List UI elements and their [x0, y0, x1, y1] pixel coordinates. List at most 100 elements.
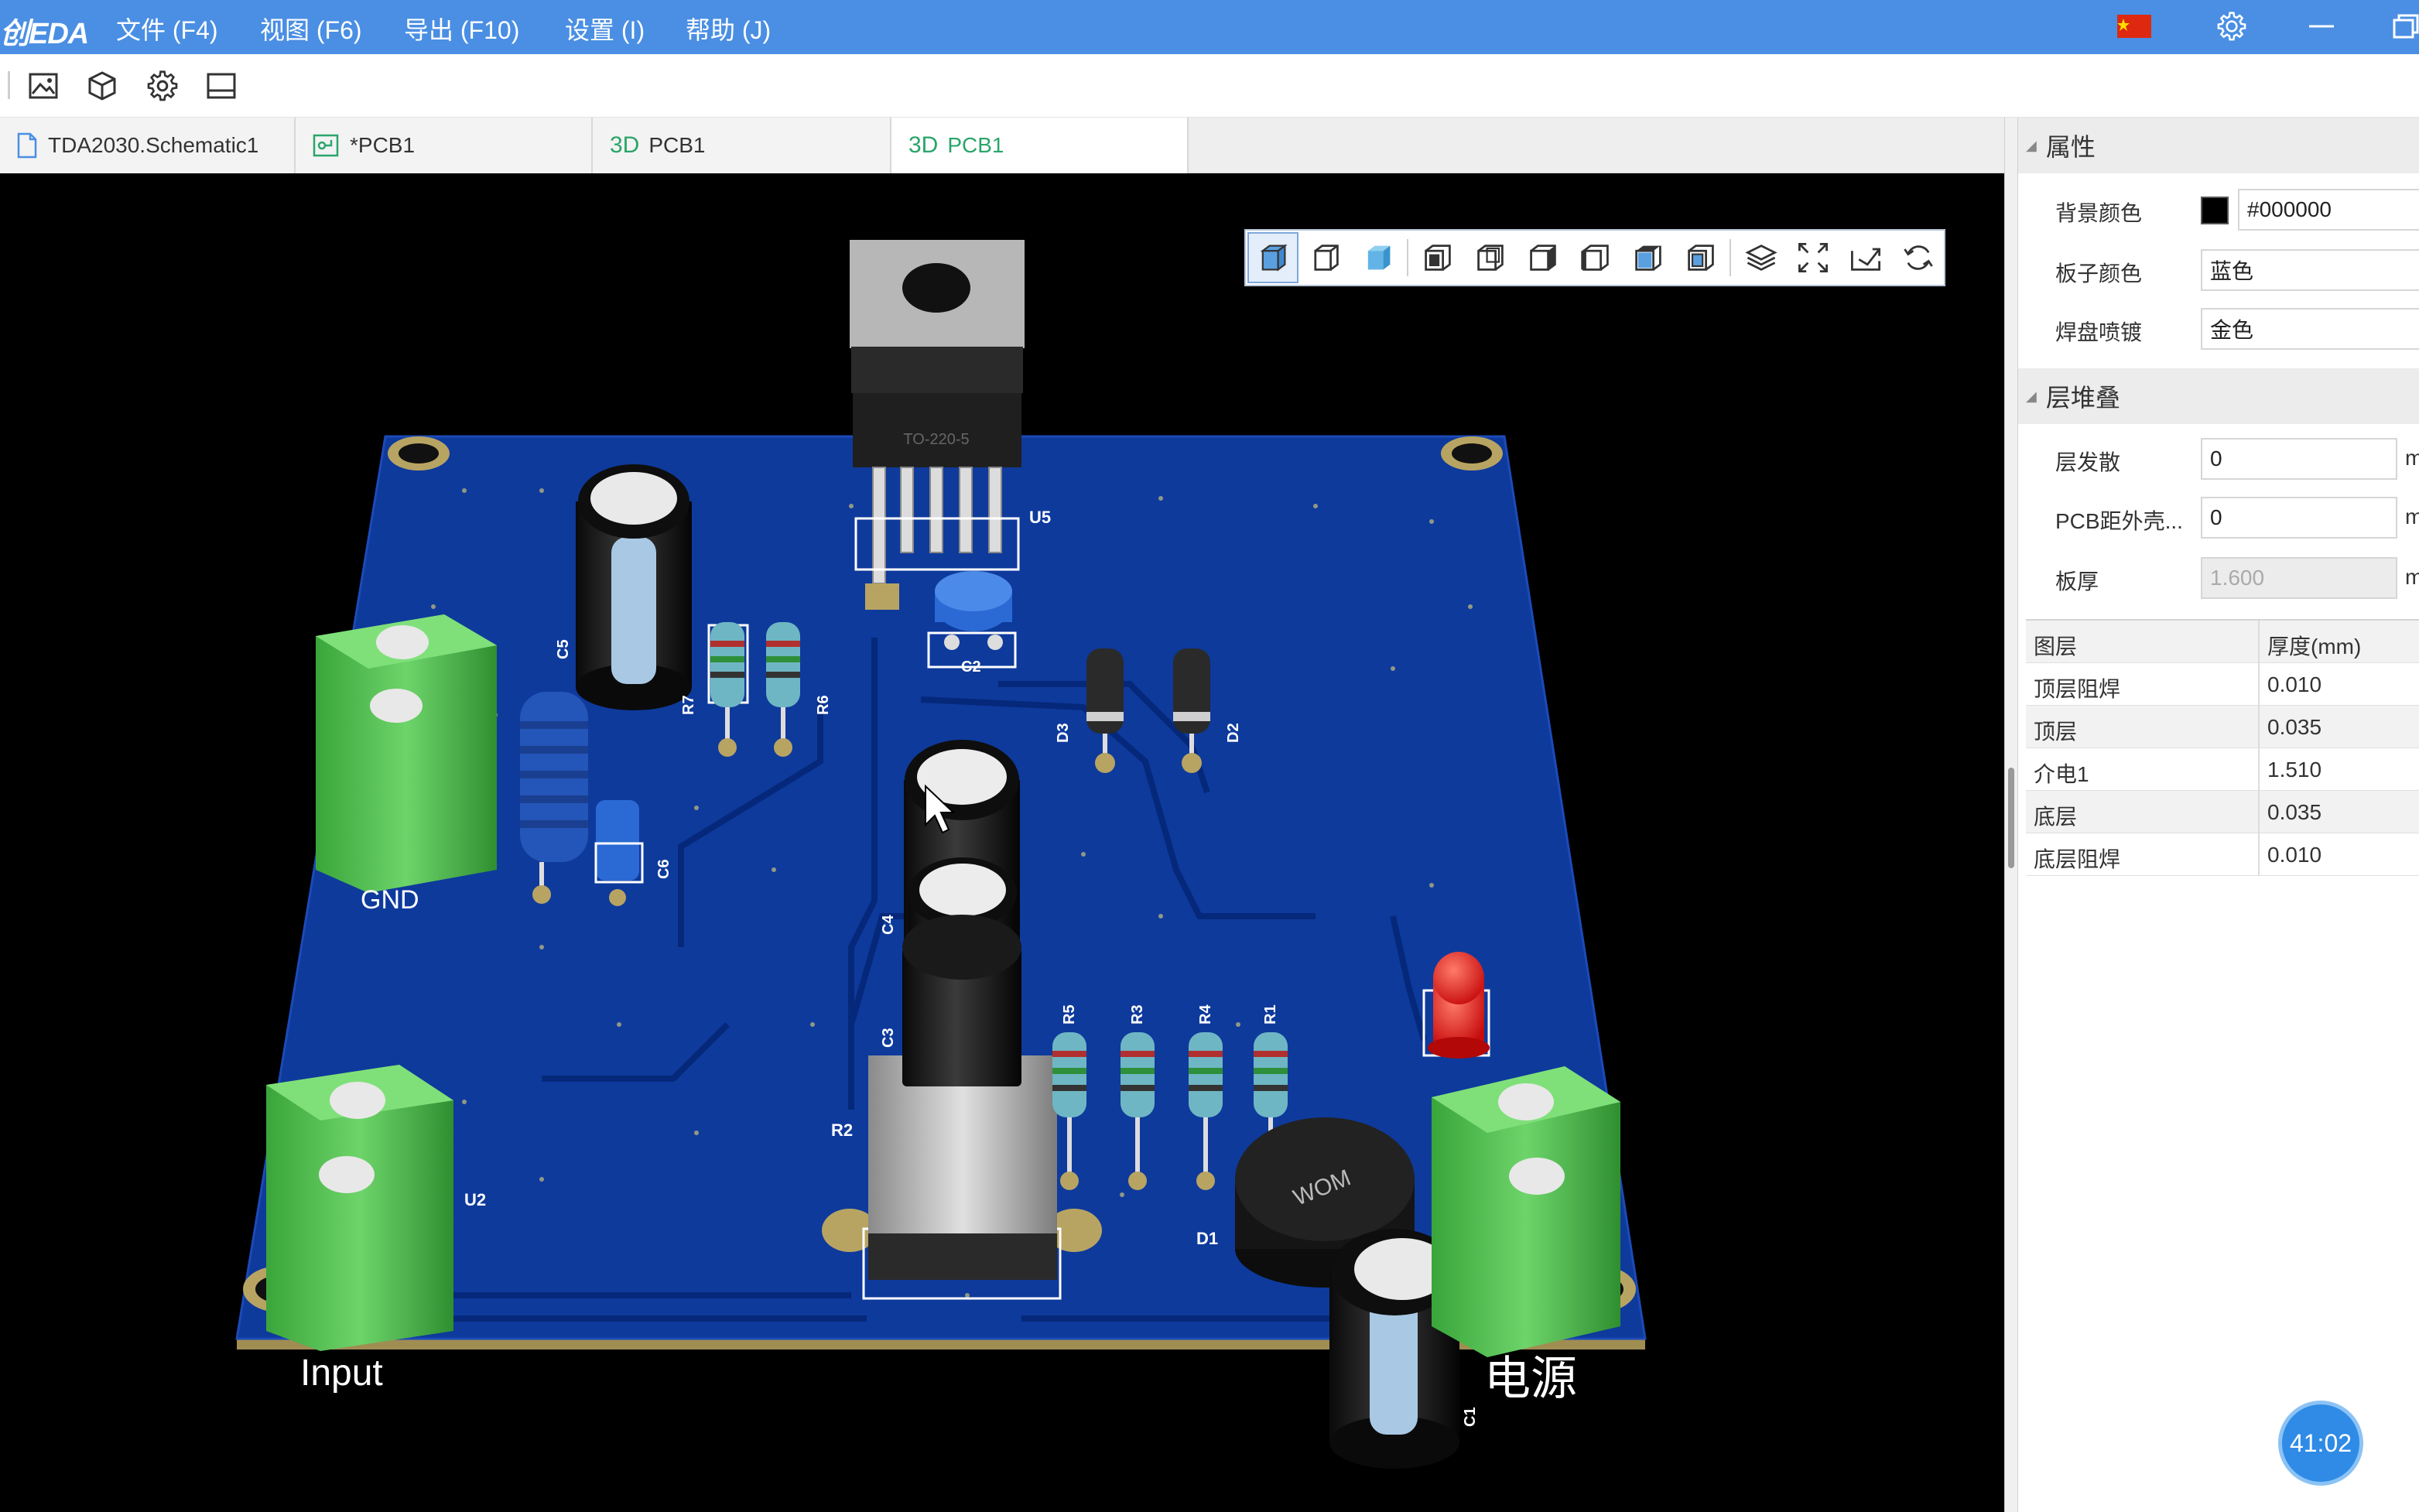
fit-view-icon[interactable]	[1788, 232, 1839, 283]
language-flag-icon[interactable]	[2116, 9, 2153, 43]
pcb-file-icon	[313, 134, 339, 157]
column-header-layer: 图层	[2034, 635, 2078, 659]
collapse-triangle-icon[interactable]: ◢	[2026, 388, 2037, 405]
stackup-section-header[interactable]: ◢ 层堆叠	[2018, 368, 2419, 424]
c1-label: C1	[1462, 1407, 1479, 1427]
bottom-panel-icon[interactable]	[203, 68, 240, 104]
tab-3d-pcb-1[interactable]: 3D PCB1	[593, 118, 891, 173]
layer-spread-input[interactable]: 0	[2201, 438, 2397, 480]
pcb-shell-label: PCB距外壳...	[2055, 509, 2183, 533]
table-row[interactable]: 介电1 1.510	[2026, 748, 2419, 791]
menu-view[interactable]: 视图 (F6)	[260, 11, 362, 46]
layer-name: 介电1	[2034, 762, 2089, 786]
view-toolbar-separator	[1729, 239, 1731, 276]
gnd-terminal-block: GND	[316, 614, 497, 915]
menu-bar: 创EDA 文件 (F4) 视图 (F6) 导出 (F10) 设置 (I) 帮助 …	[0, 0, 2419, 54]
pad-plating-label: 焊盘喷镀	[2055, 320, 2143, 344]
menu-help[interactable]: 帮助 (J)	[686, 11, 771, 46]
table-row[interactable]: 顶层阻焊 0.010	[2026, 663, 2419, 706]
c6-label: C6	[655, 859, 672, 879]
tab-label: PCB1	[648, 133, 706, 157]
restore-icon[interactable]	[2386, 9, 2419, 43]
layers-icon[interactable]	[1736, 232, 1787, 283]
tab-3d-prefix: 3D	[908, 132, 939, 158]
view-right-icon[interactable]	[1570, 232, 1621, 283]
tab-label: TDA2030.Schematic1	[48, 133, 259, 157]
tab-pcb[interactable]: *PCB1	[296, 118, 593, 173]
pcb-shell-unit: m	[2405, 505, 2419, 529]
pad-plating-select[interactable]: 金色	[2201, 308, 2419, 350]
stackup-title: 层堆叠	[2045, 384, 2120, 412]
layer-thickness[interactable]: 0.010	[2267, 672, 2321, 697]
menu-export[interactable]: 导出 (F10)	[404, 11, 519, 46]
view-wireframe-cube-icon[interactable]	[1300, 232, 1351, 283]
view-back-icon[interactable]	[1465, 232, 1516, 283]
table-row[interactable]: 底层阻焊 0.010	[2026, 833, 2419, 876]
timer-badge[interactable]: 41:02	[2278, 1401, 2363, 1486]
view-bottom-icon[interactable]	[1675, 232, 1726, 283]
column-header-thickness: 厚度(mm)	[2267, 635, 2362, 659]
d2-label: D2	[1225, 723, 1242, 743]
board-color-select[interactable]: 蓝色	[2201, 249, 2419, 291]
view-solid-cube-icon[interactable]	[1353, 232, 1404, 283]
collapse-triangle-icon[interactable]: ◢	[2026, 138, 2037, 154]
3d-viewport[interactable]: TO-220-5 U5 C2 C5 R7 R6 D3 D2 GND C6 C4 …	[0, 173, 2004, 1512]
3d-view-toolbar	[1244, 229, 1945, 286]
c4-label: C4	[880, 915, 897, 935]
layer-thickness[interactable]: 0.035	[2267, 800, 2321, 825]
view-toolbar-separator	[1406, 239, 1408, 276]
tab-schematic[interactable]: TDA2030.Schematic1	[0, 118, 296, 173]
power-terminal-block: 电源	[1432, 1066, 1620, 1404]
menu-file[interactable]: 文件 (F4)	[116, 11, 218, 46]
input-label: Input	[300, 1353, 383, 1394]
export-image-icon[interactable]	[25, 68, 62, 104]
r3-label: R3	[1129, 1004, 1146, 1025]
thickness-input: 1.600	[2201, 557, 2397, 599]
view-front-icon[interactable]	[1413, 232, 1464, 283]
properties-panel: ◢ 属性 背景颜色 #000000 板子颜色 蓝色 焊盘喷镀 金色 ◢ 层堆叠 …	[2018, 118, 2419, 1512]
view-left-icon[interactable]	[1517, 232, 1569, 283]
view-settings-gear-icon[interactable]	[144, 68, 181, 104]
properties-section-header[interactable]: ◢ 属性	[2018, 118, 2419, 173]
bg-color-label: 背景颜色	[2055, 201, 2143, 225]
layer-thickness[interactable]: 0.035	[2267, 715, 2321, 740]
layer-stack-table: 图层 厚度(mm) 顶层阻焊 0.010 顶层 0.035 介电1 1.510 …	[2026, 619, 2419, 876]
pcb-shell-input[interactable]: 0	[2201, 497, 2397, 539]
to220-label: TO-220-5	[903, 431, 969, 448]
schematic-file-icon	[17, 132, 37, 159]
u2-label: U2	[464, 1190, 486, 1209]
bg-color-field[interactable]: #000000	[2238, 189, 2419, 231]
panel-splitter[interactable]	[2004, 118, 2018, 1512]
layer-name: 底层阻焊	[2034, 847, 2121, 871]
settings-gear-icon[interactable]	[2213, 9, 2250, 43]
layer-name: 顶层阻焊	[2034, 677, 2121, 701]
r2-label: R2	[831, 1120, 853, 1140]
r5-label: R5	[1061, 1004, 1078, 1025]
menu-settings[interactable]: 设置 (I)	[565, 11, 645, 46]
layer-name: 顶层	[2034, 720, 2078, 744]
r1-label: R1	[1262, 1004, 1279, 1025]
d1-label: D1	[1196, 1229, 1218, 1248]
layer-spread-unit: m	[2405, 446, 2419, 470]
rotate-refresh-icon[interactable]	[1893, 232, 1944, 283]
export-view-icon[interactable]	[1840, 232, 1891, 283]
tab-3d-prefix: 3D	[610, 132, 640, 158]
r6-label: R6	[815, 695, 832, 715]
layer-thickness[interactable]: 1.510	[2267, 758, 2321, 782]
r7-label: R7	[680, 695, 697, 715]
gnd-label: GND	[361, 885, 419, 915]
tab-3d-pcb-2[interactable]: 3D PCB1	[891, 118, 1189, 173]
export-model-icon[interactable]	[84, 68, 121, 104]
bg-color-swatch[interactable]	[2201, 197, 2229, 224]
d3-label: D3	[1055, 723, 1072, 743]
c5-label: C5	[555, 639, 572, 659]
table-row[interactable]: 底层 0.035	[2026, 791, 2419, 833]
layer-thickness[interactable]: 0.010	[2267, 843, 2321, 867]
minimize-icon[interactable]	[2303, 9, 2340, 43]
toolbar-separator	[8, 71, 10, 99]
view-top-icon[interactable]	[1623, 232, 1674, 283]
splitter-handle[interactable]	[2008, 768, 2014, 868]
view-iso-cube-icon[interactable]	[1247, 232, 1298, 283]
app-logo: 创EDA	[0, 18, 89, 50]
table-row[interactable]: 顶层 0.035	[2026, 706, 2419, 748]
